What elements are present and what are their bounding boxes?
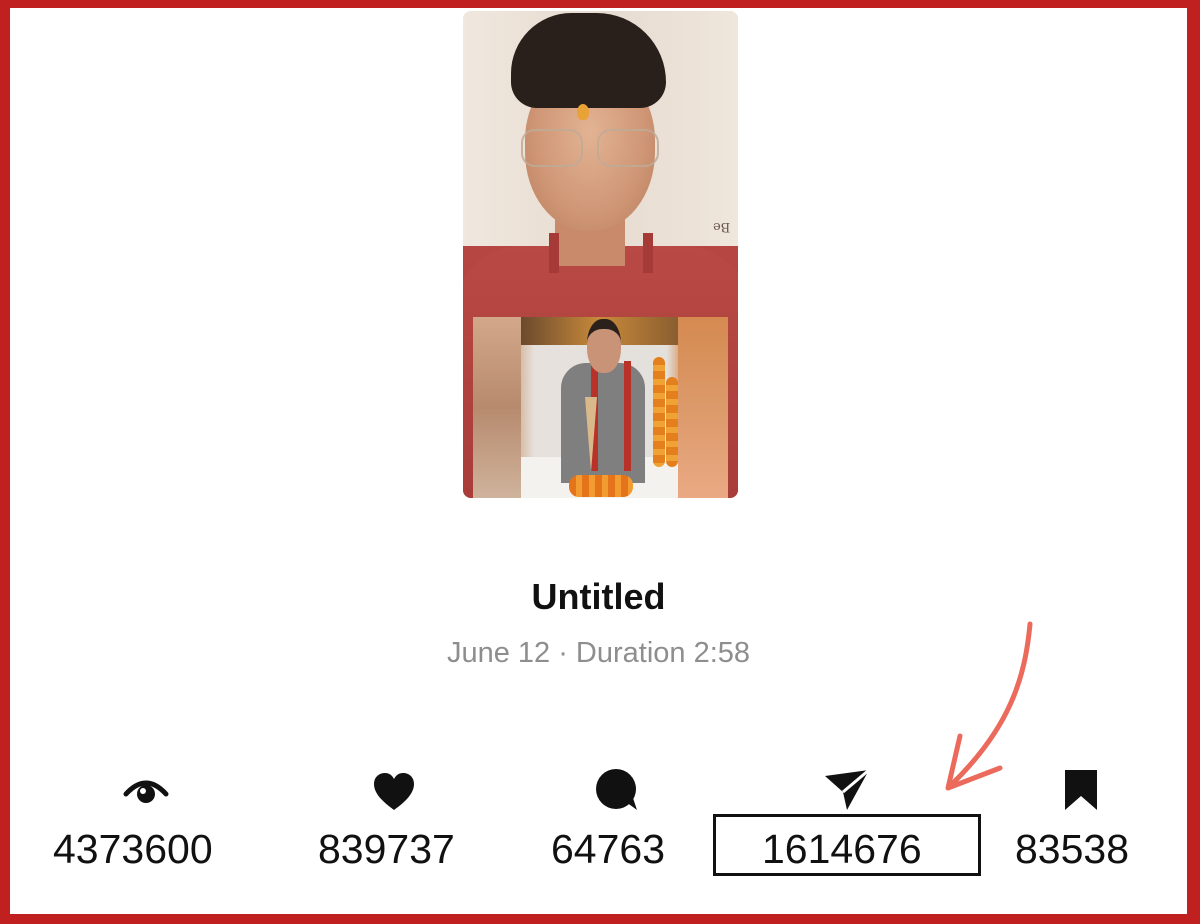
annotation-arrow xyxy=(945,621,1033,791)
likes-count: 839737 xyxy=(318,826,455,872)
bookmarks-count: 83538 xyxy=(1015,826,1130,872)
shirt-collar xyxy=(549,233,653,273)
tilak-mark xyxy=(577,104,589,120)
video-thumbnail[interactable]: Be xyxy=(463,11,738,498)
bookmark-icon[interactable] xyxy=(1057,766,1105,814)
comments-count: 64763 xyxy=(551,826,666,872)
background-sign-text: Be xyxy=(712,219,730,234)
inset-video-frame xyxy=(473,317,728,498)
comment-icon[interactable] xyxy=(593,766,641,814)
page-frame: Be Untitled June 12 · Duration 2:58 4373… xyxy=(10,8,1187,914)
views-count: 4373600 xyxy=(53,826,213,872)
highlight-annotation-box xyxy=(713,814,981,876)
video-title: Untitled xyxy=(531,576,666,617)
heart-icon[interactable] xyxy=(370,768,418,816)
glasses xyxy=(521,129,659,167)
share-icon[interactable] xyxy=(823,766,871,814)
eye-icon xyxy=(122,768,170,816)
